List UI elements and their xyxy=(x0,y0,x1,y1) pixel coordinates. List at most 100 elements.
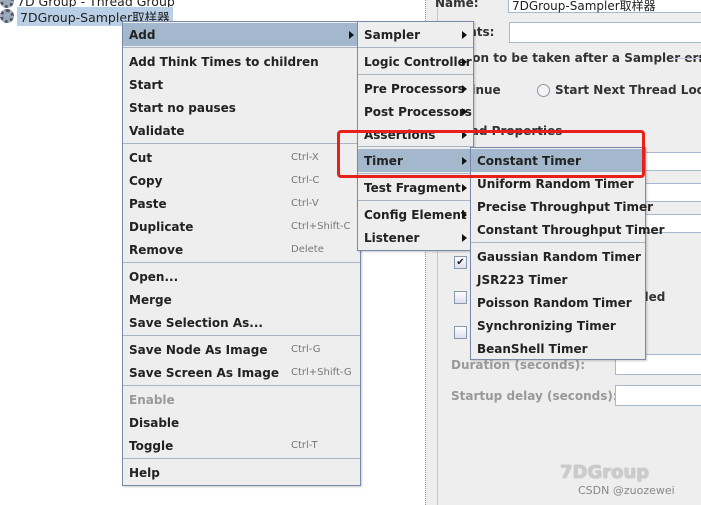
menu-item-label: Synchronizing Timer xyxy=(477,318,616,333)
menu-item-label: Enable xyxy=(129,392,175,407)
menu-item-sampler[interactable]: Sampler xyxy=(358,23,473,46)
shortcut-label: Ctrl-G xyxy=(291,344,321,355)
timer-submenu: Constant Timer Uniform Random Timer Precis… xyxy=(470,147,665,360)
shortcut-label: Ctrl-X xyxy=(291,152,319,163)
submenu-arrow-icon xyxy=(462,84,467,93)
menu-item-label: Add Think Times to children xyxy=(129,54,319,69)
menu-item-gaussian-random-timer[interactable]: Gaussian Random Timer xyxy=(471,245,645,268)
menu-item-label: Disable xyxy=(129,415,180,430)
menu-item-label: Config Element xyxy=(364,207,467,222)
menu-separator xyxy=(358,200,473,201)
menu-item-logic-controller[interactable]: Logic Controller xyxy=(358,50,473,73)
group-border xyxy=(672,58,701,59)
menu-item-listener[interactable]: Listener xyxy=(358,226,473,249)
menu-item-paste[interactable]: Paste Ctrl-V xyxy=(123,192,360,215)
startup-delay-label: Startup delay (seconds): xyxy=(451,389,618,403)
menu-item-label: Copy xyxy=(129,173,163,188)
menu-item-validate[interactable]: Validate xyxy=(123,119,360,142)
menu-separator xyxy=(123,458,360,459)
startup-delay-input[interactable] xyxy=(615,385,701,406)
menu-item-label: Pre Processors xyxy=(364,81,465,96)
menu-item-label: Test Fragment xyxy=(364,180,461,195)
menu-item-enable: Enable xyxy=(123,388,360,411)
menu-item-config-element[interactable]: Config Element xyxy=(358,203,473,226)
name-input[interactable]: 7DGroup-Sampler取样器 xyxy=(508,0,701,13)
watermark-credit: CSDN @zuozewei xyxy=(578,484,675,497)
menu-item-label: Help xyxy=(129,465,160,480)
menu-item-merge[interactable]: Merge xyxy=(123,288,360,311)
menu-item-label: Start xyxy=(129,77,164,92)
menu-item-precise-throughput-timer[interactable]: Precise Throughput Timer xyxy=(471,195,653,218)
menu-item-save-selection-as[interactable]: Save Selection As... xyxy=(123,311,360,334)
checkbox-checked[interactable]: ✔ xyxy=(454,256,467,269)
shortcut-label: Ctrl-C xyxy=(291,175,320,186)
menu-item-add-think-times-to-children[interactable]: Add Think Times to children xyxy=(123,50,360,73)
menu-item-label: Listener xyxy=(364,230,420,245)
menu-item-beanshell-timer[interactable]: BeanShell Timer xyxy=(471,337,645,360)
menu-item-copy[interactable]: Copy Ctrl-C xyxy=(123,169,360,192)
submenu-arrow-icon xyxy=(462,210,467,219)
menu-item-label: Post Processors xyxy=(364,104,472,119)
menu-item-cut[interactable]: Cut Ctrl-X xyxy=(123,146,360,169)
menu-item-toggle[interactable]: Toggle Ctrl-T xyxy=(123,434,360,457)
checkbox-scheduler[interactable] xyxy=(454,326,467,339)
menu-item-save-screen-as-image[interactable]: Save Screen As Image Ctrl+Shift-G xyxy=(123,361,360,384)
error-action-label: Action to be taken after a Sampler error xyxy=(446,51,701,65)
menu-item-duplicate[interactable]: Duplicate Ctrl+Shift-C xyxy=(123,215,360,238)
submenu-arrow-icon xyxy=(349,30,354,39)
menu-item-label: Logic Controller xyxy=(364,54,472,69)
menu-item-label: Start no pauses xyxy=(129,100,236,115)
menu-item-save-node-as-image[interactable]: Save Node As Image Ctrl-G xyxy=(123,338,360,361)
menu-item-label: Sampler xyxy=(364,27,421,42)
menu-item-label: Uniform Random Timer xyxy=(477,176,634,191)
menu-item-label: Add xyxy=(129,27,156,42)
menu-item-label: JSR223 Timer xyxy=(477,272,568,287)
menu-item-label: Duplicate xyxy=(129,219,194,234)
menu-item-label: Constant Throughput Timer xyxy=(477,222,665,237)
menu-item-jsr223-timer[interactable]: JSR223 Timer xyxy=(471,268,645,291)
menu-item-add[interactable]: Add xyxy=(123,23,360,46)
menu-item-constant-throughput-timer[interactable]: Constant Throughput Timer xyxy=(471,218,665,241)
annotation-highlight-box xyxy=(337,130,645,178)
shortcut-label: Ctrl-T xyxy=(291,440,318,451)
menu-separator xyxy=(123,47,360,48)
menu-separator xyxy=(471,242,645,243)
menu-item-poisson-random-timer[interactable]: Poisson Random Timer xyxy=(471,291,645,314)
radio-start-next-loop[interactable] xyxy=(537,84,550,97)
watermark-brand: 7DGroup xyxy=(560,462,650,483)
menu-item-label: BeanShell Timer xyxy=(477,341,588,356)
menu-item-start[interactable]: Start xyxy=(123,73,360,96)
menu-item-label: Save Screen As Image xyxy=(129,365,279,380)
menu-item-open[interactable]: Open... xyxy=(123,265,360,288)
menu-item-label: Merge xyxy=(129,292,172,307)
menu-separator xyxy=(123,335,360,336)
menu-item-disable[interactable]: Disable xyxy=(123,411,360,434)
menu-item-label: Precise Throughput Timer xyxy=(477,199,654,214)
name-label: Name: xyxy=(435,0,479,10)
submenu-arrow-icon xyxy=(462,183,467,192)
menu-item-label: Gaussian Random Timer xyxy=(477,249,641,264)
menu-item-label: Open... xyxy=(129,269,179,284)
menu-separator xyxy=(123,385,360,386)
menu-separator xyxy=(123,262,360,263)
submenu-arrow-icon xyxy=(462,233,467,242)
menu-item-synchronizing-timer[interactable]: Synchronizing Timer xyxy=(471,314,645,337)
menu-item-post-processors[interactable]: Post Processors xyxy=(358,100,473,123)
menu-separator xyxy=(358,74,473,75)
submenu-arrow-icon xyxy=(462,107,467,116)
menu-item-test-fragment[interactable]: Test Fragment xyxy=(358,176,473,199)
menu-item-start-no-pauses[interactable]: Start no pauses xyxy=(123,96,360,119)
menu-item-label: Validate xyxy=(129,123,185,138)
menu-item-help[interactable]: Help xyxy=(123,461,360,484)
comments-input[interactable] xyxy=(509,22,701,43)
shortcut-label: Ctrl+Shift-C xyxy=(291,221,351,232)
context-menu: Add Add Think Times to children Start Start… xyxy=(122,21,361,486)
menu-item-label: Cut xyxy=(129,150,153,165)
checkbox[interactable] xyxy=(454,291,467,304)
shortcut-label: Ctrl-V xyxy=(291,198,319,209)
shortcut-label: Ctrl+Shift-G xyxy=(291,367,352,378)
menu-item-label: Remove xyxy=(129,242,184,257)
menu-item-label: Paste xyxy=(129,196,167,211)
menu-item-pre-processors[interactable]: Pre Processors xyxy=(358,77,473,100)
menu-item-remove[interactable]: Remove Delete xyxy=(123,238,360,261)
